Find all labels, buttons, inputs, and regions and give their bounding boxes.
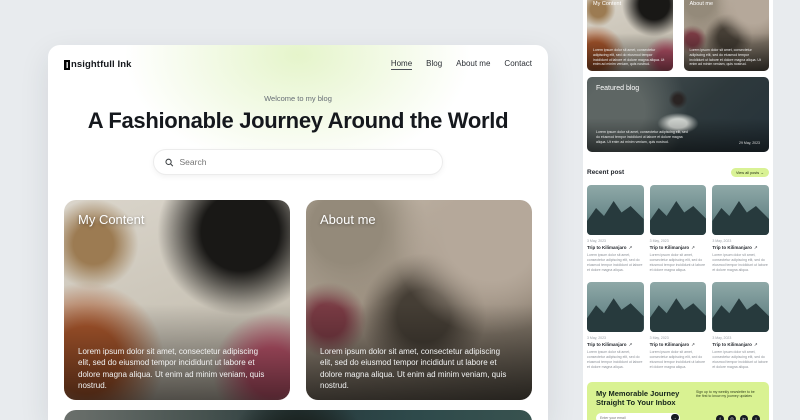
post-excerpt: Lorem ipsum dolor sit amet, consectetur … [712,253,769,273]
post-card[interactable]: 3 May, 2023 Trip to Kilimanjaro↗ Lorem i… [712,185,769,273]
card-title: About me [690,1,714,7]
external-arrow-icon: ↗ [691,342,695,347]
search-bar[interactable] [153,149,443,175]
main-nav: Home Blog About me Contact [391,59,532,70]
site-header: Insightfull Ink Home Blog About me Conta… [48,45,548,70]
card-body: Lorem ipsum dolor sit amet, consectetur … [593,48,667,67]
twitter-icon[interactable]: t [752,415,760,420]
logo-mark-icon: I [64,60,70,70]
post-date: 3 May, 2023 [712,239,769,243]
card-body: Lorem ipsum dolor sit amet, consectetur … [78,346,272,391]
external-arrow-icon: ↗ [629,245,633,250]
post-title: Trip to Kilimanjaro↗ [650,342,707,348]
card-body: Lorem ipsum dolor sit amet, consectetur … [320,346,514,391]
search-icon [165,158,174,167]
external-arrow-icon: ↗ [754,342,758,347]
post-excerpt: Lorem ipsum dolor sit amet, consectetur … [650,253,707,273]
post-date: 3 May, 2023 [587,336,644,340]
post-image [650,185,707,235]
mini-cards-row: My Content Lorem ipsum dolor sit amet, c… [587,0,769,71]
social-links: f ◎ in t [716,415,760,420]
post-title: Trip to Kilimanjaro↗ [587,342,644,348]
recent-posts-heading: Recent post [587,169,624,176]
about-me-card[interactable]: About me Lorem ipsum dolor sit amet, con… [306,200,532,400]
email-input[interactable] [600,416,671,420]
post-excerpt: Lorem ipsum dolor sit amet, consectetur … [587,253,644,273]
external-arrow-icon: ↗ [629,342,633,347]
my-content-card-mini[interactable]: My Content Lorem ipsum dolor sit amet, c… [587,0,673,71]
post-image [712,282,769,332]
post-image [587,282,644,332]
post-title: Trip to Kilimanjaro↗ [650,245,707,251]
page-title: A Fashionable Journey Around the World [48,108,548,134]
card-title: My Content [593,1,621,7]
view-all-posts-button[interactable]: View all posts → [731,168,769,177]
blog-page-preview: Insightfull Ink Home Blog About me Conta… [48,45,548,420]
facebook-icon[interactable]: f [716,415,724,420]
site-logo[interactable]: Insightfull Ink [64,59,131,70]
post-image [587,185,644,235]
post-card[interactable]: 3 May, 2023 Trip to Kilimanjaro↗ Lorem i… [650,185,707,273]
post-excerpt: Lorem ipsum dolor sit amet, consectetur … [712,350,769,370]
about-me-card-mini[interactable]: About me Lorem ipsum dolor sit amet, con… [684,0,770,71]
post-card[interactable]: 3 May, 2023 Trip to Kilimanjaro↗ Lorem i… [587,185,644,273]
my-content-card[interactable]: My Content Lorem ipsum dolor sit amet, c… [64,200,290,400]
hero-cards-row: My Content Lorem ipsum dolor sit amet, c… [64,200,532,400]
external-arrow-icon: ↗ [691,245,695,250]
featured-blog-image-cropped [64,410,532,420]
card-body: Lorem ipsum dolor sit amet, consectetur … [690,48,764,67]
newsletter-heading: My Memorable Journey Straight To Your In… [596,389,708,408]
linkedin-icon[interactable]: in [740,415,748,420]
post-excerpt: Lorem ipsum dolor sit amet, consectetur … [650,350,707,370]
logo-text: nsightfull Ink [71,59,132,70]
recent-posts-header: Recent post View all posts → [587,168,769,177]
newsletter-subtext: Sign up to my weekly newsletter to be th… [696,390,760,400]
post-title: Trip to Kilimanjaro↗ [712,342,769,348]
post-date: 3 May, 2023 [712,336,769,340]
nav-item-blog[interactable]: Blog [426,59,442,70]
post-card[interactable]: 3 May, 2023 Trip to Kilimanjaro↗ Lorem i… [587,282,644,370]
post-card[interactable]: 3 May, 2023 Trip to Kilimanjaro↗ Lorem i… [712,282,769,370]
featured-blog-title: Featured blog [596,85,639,92]
post-date: 3 May, 2023 [587,239,644,243]
post-image [650,282,707,332]
welcome-eyebrow: Welcome to my blog [48,94,548,103]
nav-item-contact[interactable]: Contact [504,59,532,70]
recent-posts-grid: 3 May, 2023 Trip to Kilimanjaro↗ Lorem i… [587,185,769,371]
search-input[interactable] [180,157,431,167]
post-card[interactable]: 3 May, 2023 Trip to Kilimanjaro↗ Lorem i… [650,282,707,370]
featured-blog-date: 29 May, 2023 [739,141,760,145]
post-image [712,185,769,235]
post-excerpt: Lorem ipsum dolor sit amet, consectetur … [587,350,644,370]
instagram-icon[interactable]: ◎ [728,415,736,420]
post-date: 3 May, 2023 [650,336,707,340]
nav-item-home[interactable]: Home [391,59,412,70]
submit-email-button[interactable]: → [671,414,679,420]
external-arrow-icon: ↗ [754,245,758,250]
featured-blog-card[interactable]: Featured blog Lorem ipsum dolor sit amet… [587,77,769,152]
post-title: Trip to Kilimanjaro↗ [712,245,769,251]
newsletter-banner: My Memorable Journey Straight To Your In… [587,382,769,420]
post-date: 3 May, 2023 [650,239,707,243]
featured-blog-body: Lorem ipsum dolor sit amet, consectetur … [596,130,691,145]
post-title: Trip to Kilimanjaro↗ [587,245,644,251]
card-title: My Content [78,212,144,227]
page-continuation-panel: My Content Lorem ipsum dolor sit amet, c… [583,0,773,420]
newsletter-form: → [596,413,680,420]
card-title: About me [320,212,376,227]
nav-item-about-me[interactable]: About me [456,59,490,70]
